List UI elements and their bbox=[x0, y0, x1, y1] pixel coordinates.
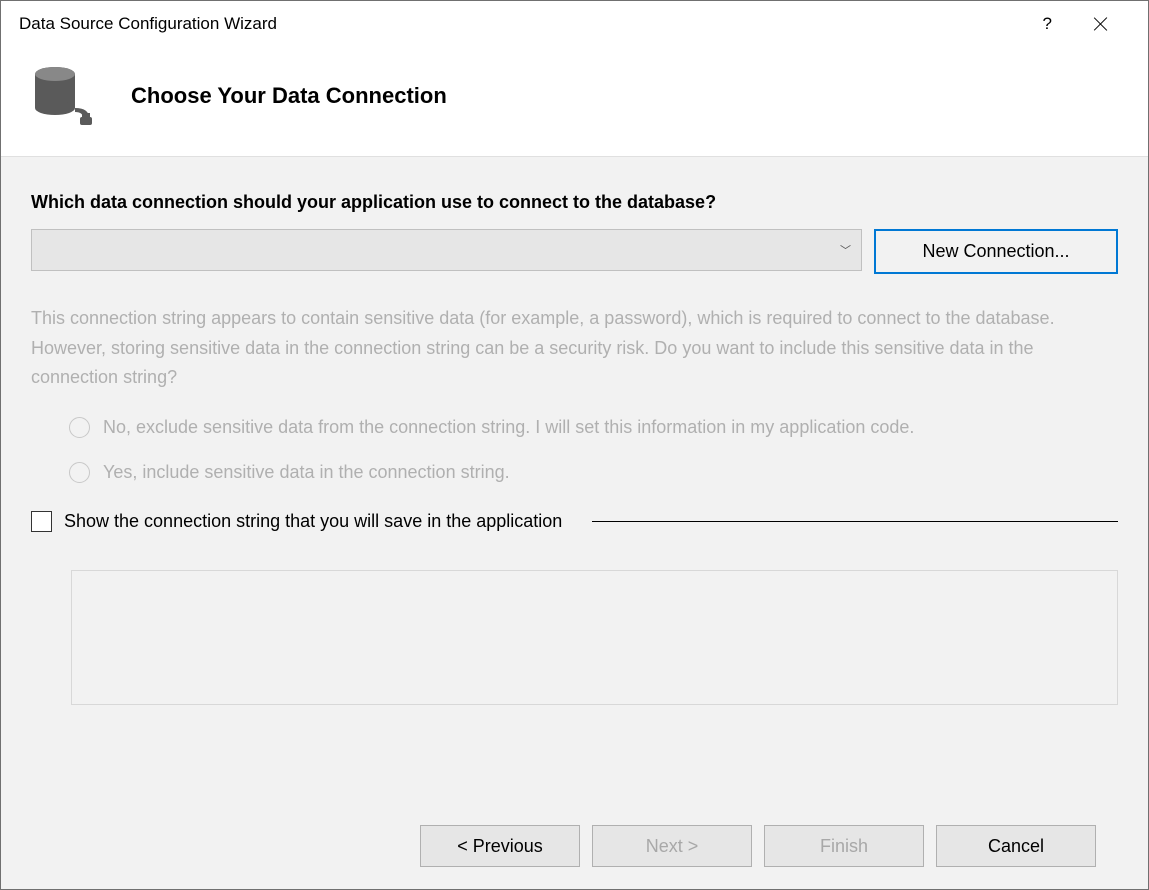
connection-row: ﹀ New Connection... bbox=[31, 229, 1118, 274]
new-connection-button[interactable]: New Connection... bbox=[874, 229, 1118, 274]
finish-button: Finish bbox=[764, 825, 924, 867]
show-connection-string-row: Show the connection string that you will… bbox=[31, 511, 1118, 532]
next-button: Next > bbox=[592, 825, 752, 867]
show-connstring-checkbox[interactable] bbox=[31, 511, 52, 532]
titlebar-controls: ? bbox=[1043, 14, 1130, 34]
connection-dropdown[interactable]: ﹀ bbox=[31, 229, 862, 271]
radio-exclude-sensitive: No, exclude sensitive data from the conn… bbox=[69, 417, 1118, 438]
connection-string-textarea bbox=[71, 570, 1118, 705]
chevron-down-icon: ﹀ bbox=[840, 242, 851, 258]
divider-line bbox=[592, 521, 1118, 523]
wizard-footer: < Previous Next > Finish Cancel bbox=[31, 803, 1118, 889]
database-plug-icon bbox=[31, 66, 101, 126]
show-connstring-label: Show the connection string that you will… bbox=[64, 511, 562, 532]
close-icon[interactable] bbox=[1092, 16, 1108, 32]
radio-icon bbox=[69, 462, 90, 483]
sensitive-data-radio-group: No, exclude sensitive data from the conn… bbox=[31, 417, 1118, 507]
connection-question: Which data connection should your applic… bbox=[31, 192, 1118, 213]
page-heading: Choose Your Data Connection bbox=[131, 83, 447, 109]
sensitive-data-info: This connection string appears to contai… bbox=[31, 304, 1118, 393]
radio-exclude-label: No, exclude sensitive data from the conn… bbox=[103, 417, 914, 438]
radio-include-label: Yes, include sensitive data in the conne… bbox=[103, 462, 510, 483]
radio-include-sensitive: Yes, include sensitive data in the conne… bbox=[69, 462, 1118, 483]
wizard-window: Data Source Configuration Wizard ? Choos… bbox=[0, 0, 1149, 890]
previous-button[interactable]: < Previous bbox=[420, 825, 580, 867]
page-header: Choose Your Data Connection bbox=[1, 46, 1148, 156]
cancel-button[interactable]: Cancel bbox=[936, 825, 1096, 867]
window-title: Data Source Configuration Wizard bbox=[19, 14, 1043, 34]
titlebar: Data Source Configuration Wizard ? bbox=[1, 1, 1148, 46]
radio-icon bbox=[69, 417, 90, 438]
content-area: Which data connection should your applic… bbox=[1, 156, 1148, 889]
help-icon[interactable]: ? bbox=[1043, 14, 1052, 34]
